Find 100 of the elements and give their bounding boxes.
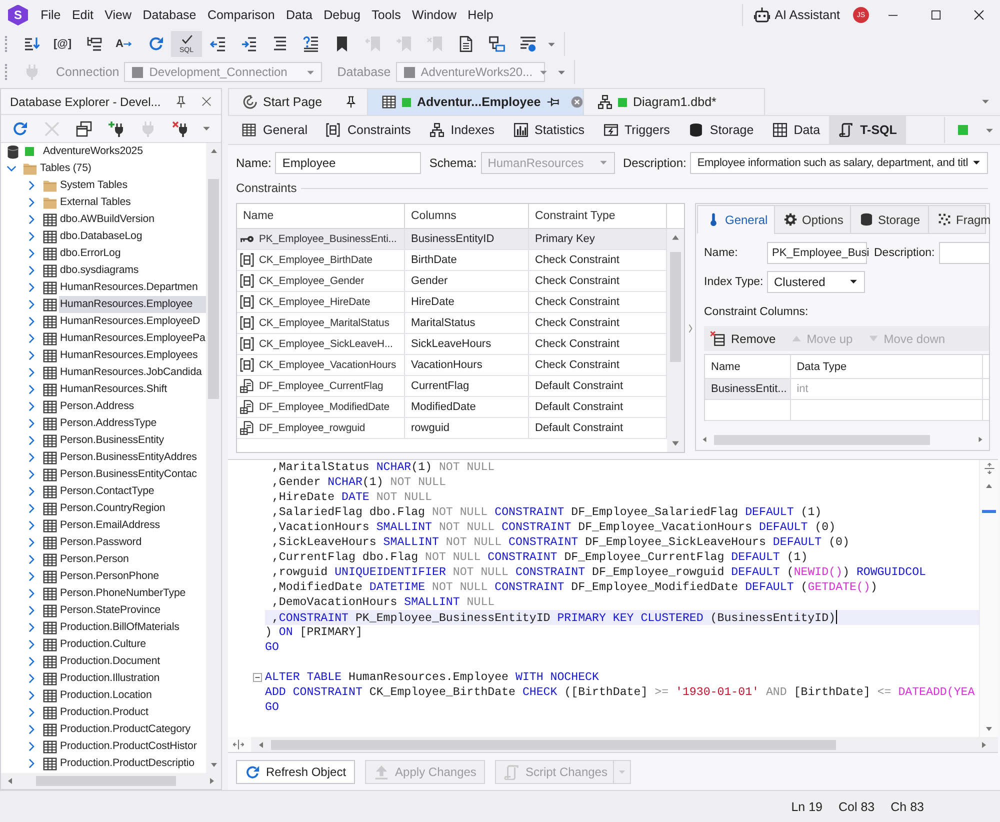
tree-item[interactable]: HumanResources.JobCandida	[59, 364, 203, 381]
column-header[interactable]: Constraint Type	[529, 204, 667, 228]
tree-item[interactable]: Person.PhoneNumberType	[59, 585, 187, 602]
pin-side-icon[interactable]	[546, 96, 559, 108]
arrow-right-icon[interactable]	[980, 740, 988, 748]
chevron-right-icon[interactable]	[26, 724, 37, 735]
table-row[interactable]: PK_Employee_BusinessEnti... BusinessEntityID Primary Key	[237, 229, 667, 250]
menu-item[interactable]: Debug	[318, 0, 366, 30]
variable-button[interactable]: [@]	[47, 31, 78, 57]
chevron-right-icon[interactable]	[26, 435, 37, 446]
arrow-left-icon[interactable]	[701, 436, 708, 443]
sql-editor[interactable]	[228, 459, 998, 753]
scrollbar[interactable]	[251, 737, 998, 752]
menu-item[interactable]: File	[35, 0, 66, 30]
chevron-right-icon[interactable]	[26, 418, 37, 429]
menu-item[interactable]: Help	[462, 0, 499, 30]
tree-item[interactable]: Person.BusinessEntity	[59, 432, 165, 449]
caret-icon[interactable]	[981, 97, 990, 106]
properties-tab[interactable]: Storage	[850, 205, 929, 234]
chevron-right-icon[interactable]	[26, 248, 37, 259]
chevron-right-icon[interactable]	[26, 741, 37, 752]
chevron-right-icon[interactable]	[26, 758, 37, 769]
chevron-right-icon[interactable]	[26, 231, 37, 242]
chevron-right-icon[interactable]	[26, 554, 37, 565]
tree-item[interactable]: HumanResources.Employee	[59, 296, 206, 313]
tree-item[interactable]: Person.PersonPhone	[59, 568, 160, 585]
chevron-right-icon[interactable]	[26, 673, 37, 684]
tree-item[interactable]: HumanResources.Employees	[59, 347, 199, 364]
tree-item[interactable]: HumanResources.Departmen	[59, 279, 199, 296]
collapse-icon[interactable]	[253, 673, 262, 682]
chevron-right-icon[interactable]	[26, 265, 37, 276]
arrow-up-icon[interactable]	[671, 233, 680, 242]
tree-item[interactable]: Person.Password	[59, 534, 143, 551]
arrow-right-icon[interactable]	[977, 436, 984, 443]
chevron-right-icon[interactable]	[26, 656, 37, 667]
chevron-right-icon[interactable]	[26, 197, 37, 208]
tree-item[interactable]: dbo.AWBuildVersion	[59, 211, 156, 228]
scrollbar-thumb[interactable]	[714, 434, 930, 444]
chevron-right-icon[interactable]	[26, 469, 37, 480]
table-row[interactable]: CK_Employee_SickLeaveH... SickLeaveHours Check Constraint	[237, 334, 667, 355]
chevron-right-icon[interactable]	[26, 401, 37, 412]
chevron-right-icon[interactable]	[26, 350, 37, 361]
arrow-up-icon[interactable]	[210, 147, 218, 155]
chevron-right-icon[interactable]	[26, 520, 37, 531]
editor-tab[interactable]: General	[232, 116, 316, 144]
chevron-right-icon[interactable]	[26, 299, 37, 310]
tree-item[interactable]: Production.Illustration	[59, 670, 161, 687]
editor-tab[interactable]: Statistics	[504, 116, 594, 144]
tree-item[interactable]: AdventureWorks2025	[42, 143, 144, 160]
table-row[interactable]: DF_Employee_ModifiedDate ModifiedDate Default Constraint	[237, 397, 667, 418]
arrow-up-icon[interactable]	[985, 482, 993, 490]
tree-item[interactable]: Person.CountryRegion	[59, 500, 166, 517]
tree-item[interactable]: HumanResources.EmployeePa	[59, 330, 206, 347]
document-tab[interactable]: Start Page	[228, 88, 368, 115]
menu-item[interactable]: Data	[280, 0, 318, 30]
tree-item[interactable]: Production.ProductCostHistor	[59, 738, 198, 755]
caret-icon[interactable]	[202, 124, 211, 133]
description-combo[interactable]: Employee information such as salary, department, and titl	[690, 152, 988, 174]
pin-icon[interactable]	[345, 96, 357, 108]
tree-item[interactable]: dbo.DatabaseLog	[59, 228, 144, 245]
tree-item[interactable]: Tables (75)	[39, 160, 92, 177]
chevron-right-icon[interactable]	[26, 180, 37, 191]
menu-item[interactable]: Edit	[66, 0, 100, 30]
tree-item[interactable]: Person.StateProvince	[59, 602, 162, 619]
arrow-down-icon[interactable]	[210, 761, 218, 769]
chevron-right-icon[interactable]	[26, 367, 37, 378]
document-tab[interactable]: Adventur...Employee	[367, 88, 584, 115]
chevron-right-icon[interactable]	[26, 537, 37, 548]
scrollbar-thumb[interactable]	[208, 179, 219, 399]
column-header[interactable]: Columns	[405, 204, 529, 228]
properties-tab[interactable]: Options	[774, 205, 851, 234]
table-cell[interactable]: BusinessEntit...	[705, 379, 791, 399]
chevron-right-icon[interactable]	[26, 282, 37, 293]
chevron-right-icon[interactable]	[26, 333, 37, 344]
scrollbar-thumb[interactable]	[36, 776, 176, 786]
table-row[interactable]: DF_Employee_rowguid rowguid Default Constraint	[237, 418, 667, 439]
chevron-right-icon[interactable]	[26, 503, 37, 514]
column-header[interactable]: Data Type	[790, 355, 983, 378]
scrollbar-thumb[interactable]	[670, 252, 681, 362]
tree-item[interactable]: Person.ContactType	[59, 483, 156, 500]
arrow-down-icon[interactable]	[985, 725, 993, 733]
chevron-right-icon[interactable]	[26, 690, 37, 701]
tree-item[interactable]: Person.EmailAddress	[59, 517, 161, 534]
tree-item[interactable]: Production.ProductDescriptio	[59, 755, 196, 772]
arrow-left-icon[interactable]	[6, 777, 14, 785]
scrollbar[interactable]	[1, 773, 221, 789]
tree-item[interactable]: Person.Person	[59, 551, 130, 568]
chevron-right-icon[interactable]	[26, 571, 37, 582]
tree-item[interactable]: HumanResources.EmployeeD	[59, 313, 202, 330]
scrollbar[interactable]	[667, 229, 684, 452]
tree-item[interactable]: dbo.sysdiagrams	[59, 262, 140, 279]
table-row[interactable]: CK_Employee_HireDate HireDate Check Constraint	[237, 292, 667, 313]
arrow-down-icon[interactable]	[671, 439, 680, 448]
tree-item[interactable]: dbo.ErrorLog	[59, 245, 122, 262]
editor-tab[interactable]: Constraints	[316, 116, 420, 144]
chevron-icon[interactable]	[688, 324, 692, 332]
table-row[interactable]: CK_Employee_BirthDate BirthDate Check Constraint	[237, 250, 667, 271]
chevron-right-icon[interactable]	[26, 486, 37, 497]
refresh-object-button[interactable]: Refresh Object	[236, 760, 356, 784]
tree-item[interactable]: HumanResources.Shift	[59, 381, 168, 398]
